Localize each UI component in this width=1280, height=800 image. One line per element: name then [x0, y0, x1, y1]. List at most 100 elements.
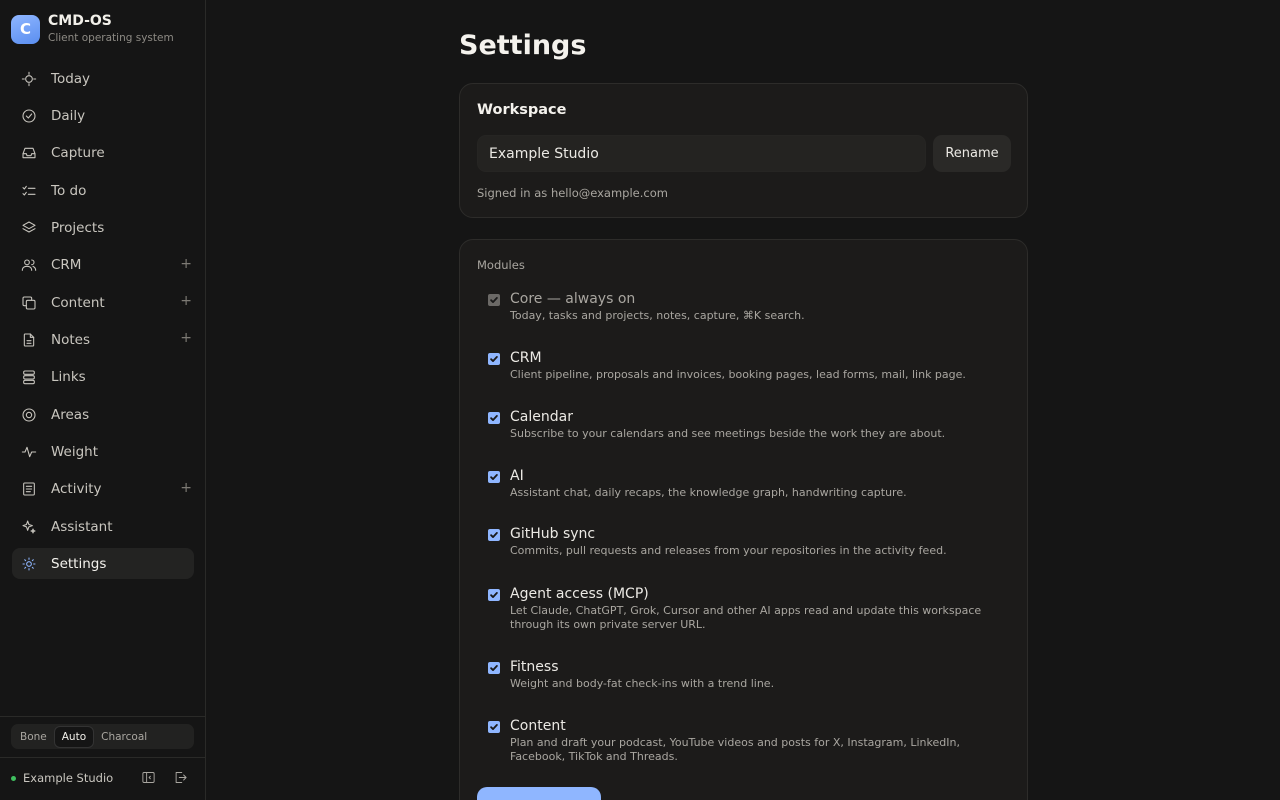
- module-name: GitHub sync: [510, 526, 596, 542]
- sidebar-item-label: Capture: [51, 145, 105, 162]
- brand[interactable]: C CMD-OS Client operating system: [11, 13, 174, 45]
- module-name: Agent access (MCP): [510, 586, 649, 602]
- workspace-name-input[interactable]: [477, 135, 926, 172]
- sidebar-item-projects[interactable]: Projects: [12, 212, 194, 243]
- add-content-button[interactable]: +: [180, 293, 192, 309]
- sidebar-item-assistant[interactable]: Assistant: [12, 511, 194, 542]
- sidebar-item-weight[interactable]: Weight: [12, 436, 194, 467]
- sidebar-nav: Today Daily Capture To do Projects CRM +…: [12, 63, 194, 586]
- module-description: Subscribe to your calendars and see meet…: [510, 427, 946, 440]
- module-description: Let Claude, ChatGPT, Grok, Cursor and ot…: [510, 604, 982, 631]
- check-icon: [490, 592, 498, 598]
- module-description: Today, tasks and projects, notes, captur…: [510, 309, 805, 322]
- brand-title: CMD-OS: [48, 13, 112, 29]
- check-icon: [490, 532, 498, 538]
- theme-option-auto[interactable]: Auto: [53, 725, 95, 748]
- modules-card: Modules Core — always on Today, tasks an…: [459, 239, 1028, 800]
- activity-pulse-icon: [12, 444, 46, 460]
- check-icon: [490, 724, 498, 730]
- module-name: AI: [510, 468, 524, 484]
- sidebar-item-capture[interactable]: Capture: [12, 138, 194, 169]
- divider: [0, 716, 205, 717]
- module-checkbox[interactable]: [488, 529, 500, 541]
- module-description: Commits, pull requests and releases from…: [510, 544, 947, 557]
- sidebar-item-label: Notes: [51, 331, 90, 348]
- sidebar-item-label: Today: [51, 70, 91, 87]
- module-description: Plan and draft your podcast, YouTube vid…: [510, 736, 960, 763]
- theme-switch: Bone Auto Charcoal: [11, 724, 194, 749]
- module-checkbox[interactable]: [488, 721, 500, 733]
- rename-button[interactable]: Rename: [933, 135, 1011, 172]
- module-checkbox: [488, 294, 500, 306]
- sidebar-item-label: Activity: [51, 481, 102, 498]
- database-icon: [12, 369, 46, 385]
- sidebar-item-label: Content: [51, 294, 105, 311]
- sidebar-item-settings[interactable]: Settings: [12, 548, 194, 580]
- sparkles-icon: [12, 519, 46, 535]
- status-dot: [11, 775, 16, 781]
- module-checkbox[interactable]: [488, 353, 500, 365]
- settings-sun-icon: [12, 556, 46, 572]
- check-icon: [490, 297, 498, 303]
- check-icon: [490, 356, 498, 362]
- sign-out-icon[interactable]: [173, 770, 189, 786]
- list-check-icon: [12, 183, 46, 199]
- module-checkbox[interactable]: [488, 412, 500, 424]
- module-description: Client pipeline, proposals and invoices,…: [510, 368, 966, 381]
- brand-logo: C: [11, 14, 40, 44]
- sidebar-item-label: Links: [51, 369, 86, 386]
- workspace-card: Workspace Rename Signed in as hello@exam…: [459, 83, 1028, 218]
- add-note-button[interactable]: +: [180, 330, 192, 346]
- sun-icon: [12, 71, 46, 87]
- sidebar-item-today[interactable]: Today: [12, 63, 194, 94]
- signed-in-text: Signed in as hello@example.com: [477, 186, 668, 200]
- sidebar-item-daily[interactable]: Daily: [12, 100, 194, 131]
- sidebar-item-notes[interactable]: Notes +: [12, 324, 194, 355]
- page-title: Settings: [459, 30, 587, 61]
- divider: [0, 757, 205, 758]
- workspace-name[interactable]: Example Studio: [23, 771, 113, 785]
- document-icon: [12, 481, 46, 497]
- sidebar-item-todo[interactable]: To do: [12, 175, 194, 206]
- module-checkbox[interactable]: [488, 662, 500, 674]
- add-crm-button[interactable]: +: [180, 256, 192, 272]
- module-name: CRM: [510, 350, 542, 366]
- module-checkbox[interactable]: [488, 589, 500, 601]
- module-name: Core — always on: [510, 291, 636, 307]
- modules-heading: Modules: [477, 258, 525, 272]
- sidebar-item-label: Projects: [51, 219, 105, 236]
- sidebar-item-label: Assistant: [51, 518, 113, 535]
- layers-icon: [12, 220, 46, 236]
- sidebar-item-activity[interactable]: Activity +: [12, 474, 194, 505]
- workspace-card-title: Workspace: [477, 102, 567, 118]
- module-description: Weight and body-fat check-ins with a tre…: [510, 677, 775, 690]
- theme-option-bone[interactable]: Bone: [13, 727, 54, 747]
- sidebar-item-label: Areas: [51, 406, 90, 423]
- sidebar-item-label: Daily: [51, 107, 86, 124]
- sidebar-item-links[interactable]: Links: [12, 362, 194, 393]
- theme-option-charcoal[interactable]: Charcoal: [94, 727, 154, 747]
- collapse-sidebar-icon[interactable]: [141, 770, 157, 786]
- inbox-icon: [12, 145, 46, 161]
- module-name: Calendar: [510, 409, 573, 425]
- copy-icon: [12, 295, 46, 311]
- sidebar: C CMD-OS Client operating system Today D…: [0, 0, 206, 800]
- module-name: Content: [510, 718, 566, 734]
- sidebar-item-crm[interactable]: CRM +: [12, 250, 194, 281]
- check-icon: [490, 415, 498, 421]
- save-modules-button[interactable]: [477, 787, 601, 800]
- add-activity-button[interactable]: +: [180, 480, 192, 496]
- brand-subtitle: Client operating system: [48, 32, 174, 44]
- sidebar-footer: Example Studio: [11, 768, 196, 788]
- sidebar-item-label: CRM: [51, 257, 82, 274]
- sidebar-item-label: Settings: [51, 555, 107, 572]
- check-icon: [490, 474, 498, 480]
- file-text-icon: [12, 332, 46, 348]
- target-icon: [12, 407, 46, 423]
- users-icon: [12, 257, 46, 273]
- module-checkbox[interactable]: [488, 471, 500, 483]
- sidebar-item-content[interactable]: Content +: [12, 287, 194, 318]
- sidebar-item-areas[interactable]: Areas: [12, 399, 194, 430]
- module-description: Assistant chat, daily recaps, the knowle…: [510, 486, 907, 499]
- check-circle-icon: [12, 108, 46, 124]
